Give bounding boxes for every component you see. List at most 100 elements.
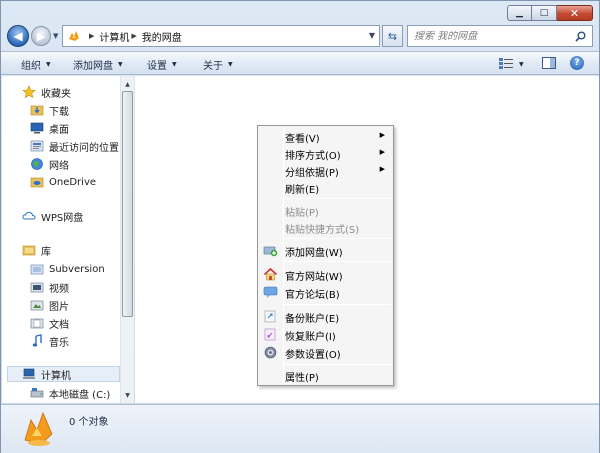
menu-item-refresh[interactable]: 刷新(E)	[260, 179, 391, 196]
onedrive-folder-icon	[30, 177, 44, 188]
document-library-icon	[30, 318, 44, 329]
navigation-pane: 收藏夹 下载 桌面 最近访问的位置 网络 OneDrive WPS网盘 库 Su…	[2, 76, 120, 403]
forward-button[interactable]: ▶	[31, 26, 51, 46]
menu-separator	[284, 198, 391, 199]
search-input[interactable]	[414, 30, 564, 42]
address-dropdown-icon[interactable]: ▼	[369, 31, 375, 40]
restore-icon	[264, 328, 276, 341]
close-button[interactable]: ✕	[557, 5, 593, 21]
menu-item-parameter-settings[interactable]: 参数设置(O)	[260, 344, 391, 361]
sidebar-item-desktop[interactable]: 桌面	[30, 120, 69, 136]
forward-arrow-icon: ▶	[36, 29, 46, 43]
about-menu[interactable]: 关于 ▼	[203, 57, 233, 72]
sidebar-item-music[interactable]: 音乐	[30, 333, 69, 349]
sidebar-label: 计算机	[41, 370, 71, 382]
scrollbar-thumb[interactable]	[122, 91, 133, 317]
menu-item-label: 参数设置(O)	[285, 350, 341, 361]
sidebar-item-recent-places[interactable]: 最近访问的位置	[30, 138, 119, 154]
navigation-bar: ◀ ▶ ▼ ▶ 计算机 ▶ 我的网盘 ▼ ⇆	[1, 23, 599, 51]
add-disk-label: 添加网盘	[73, 61, 113, 72]
computer-icon	[23, 368, 35, 379]
help-button[interactable]: ?	[570, 56, 584, 70]
sidebar-label: 网络	[49, 160, 69, 172]
sidebar-item-computer[interactable]: 计算机	[7, 366, 120, 382]
chevron-down-icon: ▼	[519, 60, 524, 68]
breadcrumb-computer[interactable]: 计算机	[99, 29, 129, 44]
scroll-up-icon[interactable]: ▲	[121, 77, 134, 91]
menu-item-sort-by[interactable]: 排序方式(O) ▶	[260, 145, 391, 162]
menu-item-restore-account[interactable]: 恢复账户(I)	[260, 326, 391, 343]
sidebar-item-subversion[interactable]: Subversion	[30, 261, 105, 277]
sidebar-item-documents[interactable]: 文档	[30, 315, 69, 331]
view-details-icon	[499, 58, 513, 69]
menu-item-label: 添加网盘(W)	[285, 248, 343, 259]
downloads-folder-icon	[30, 105, 44, 116]
menu-item-label: 查看(V)	[285, 134, 320, 145]
menu-item-group-by[interactable]: 分组依据(P) ▶	[260, 162, 391, 179]
help-icon: ?	[574, 58, 580, 68]
menu-separator	[284, 364, 391, 365]
sidebar-item-videos[interactable]: 视频	[30, 279, 69, 295]
menu-item-paste-shortcut: 粘贴快捷方式(S)	[260, 219, 391, 236]
breadcrumb-my-netdisk[interactable]: 我的网盘	[142, 29, 182, 44]
sidebar-label: WPS网盘	[41, 212, 84, 224]
sidebar-label: 视频	[49, 283, 69, 295]
recent-places-icon	[30, 140, 44, 152]
preview-pane-icon[interactable]	[542, 56, 556, 70]
chevron-down-icon: ▼	[46, 61, 51, 68]
sidebar-item-onedrive[interactable]: OneDrive	[30, 174, 96, 190]
menu-item-view[interactable]: 查看(V) ▶	[260, 128, 391, 145]
minimize-button[interactable]: ▁	[507, 5, 532, 21]
scroll-down-icon[interactable]: ▼	[121, 388, 134, 402]
maximize-icon: □	[539, 7, 549, 18]
back-arrow-icon: ◀	[13, 29, 23, 43]
sidebar-item-favorites[interactable]: 收藏夹	[22, 84, 71, 100]
search-box[interactable]	[407, 25, 593, 47]
sidebar-item-network-favorite[interactable]: 网络	[30, 156, 69, 172]
sidebar-item-local-disk[interactable]: 本地磁盘 (C:)	[30, 385, 110, 401]
video-library-icon	[30, 282, 44, 293]
sidebar-label: 图片	[49, 301, 69, 313]
change-view-button[interactable]: ▼	[499, 56, 529, 72]
menu-item-label: 分组依据(P)	[285, 168, 339, 179]
breadcrumb-separator-icon: ▶	[131, 32, 137, 40]
sidebar-item-wps-cloud[interactable]: WPS网盘	[22, 208, 83, 224]
sidebar-scrollbar[interactable]: ▲ ▼	[120, 76, 134, 403]
refresh-icon: ⇆	[387, 29, 398, 43]
recent-pages-dropdown[interactable]: ▼	[53, 32, 58, 40]
menu-item-add-disk[interactable]: 添加网盘(W)	[260, 242, 391, 259]
add-disk-menu[interactable]: 添加网盘 ▼	[73, 57, 123, 72]
close-icon: ✕	[569, 6, 580, 20]
star-icon	[22, 85, 36, 99]
maximize-button[interactable]: □	[532, 5, 557, 21]
menu-item-properties[interactable]: 属性(P)	[260, 367, 391, 384]
details-pane: 0 个对象	[1, 404, 599, 453]
organize-menu[interactable]: 组织 ▼	[21, 57, 51, 72]
sidebar-item-libraries[interactable]: 库	[22, 242, 51, 258]
minimize-icon: ▁	[516, 7, 523, 18]
address-bar[interactable]: ▶ 计算机 ▶ 我的网盘 ▼	[62, 25, 380, 47]
menu-item-official-forum[interactable]: 官方论坛(B)	[260, 284, 391, 301]
subversion-library-icon	[30, 264, 44, 275]
context-menu: 查看(V) ▶ 排序方式(O) ▶ 分组依据(P) ▶ 刷新(E) 粘贴(P) …	[257, 125, 394, 386]
menu-item-label: 备份账户(E)	[285, 314, 340, 325]
sidebar-item-downloads[interactable]: 下载	[30, 102, 69, 118]
sidebar-item-pictures[interactable]: 图片	[30, 297, 69, 313]
menu-item-label: 恢复账户(I)	[285, 332, 336, 343]
settings-menu[interactable]: 设置 ▼	[147, 57, 177, 72]
menu-item-backup-account[interactable]: 备份账户(E)	[260, 308, 391, 325]
library-icon	[22, 245, 36, 256]
command-bar: 组织 ▼ 添加网盘 ▼ 设置 ▼ 关于 ▼ ▼ ?	[1, 51, 599, 75]
refresh-button[interactable]: ⇆	[382, 25, 403, 47]
sidebar-label: 收藏夹	[41, 88, 71, 100]
chevron-down-icon: ▼	[172, 61, 177, 68]
search-icon[interactable]	[575, 31, 586, 42]
menu-item-official-website[interactable]: 官方网站(W)	[260, 266, 391, 283]
menu-item-paste: 粘贴(P)	[260, 202, 391, 219]
sidebar-label: 文档	[49, 319, 69, 331]
menu-item-label: 排序方式(O)	[285, 151, 341, 162]
menu-item-label: 刷新(E)	[285, 185, 320, 196]
back-button[interactable]: ◀	[7, 25, 29, 47]
object-count: 0 个对象	[69, 417, 109, 428]
sidebar-label: 音乐	[49, 337, 69, 349]
